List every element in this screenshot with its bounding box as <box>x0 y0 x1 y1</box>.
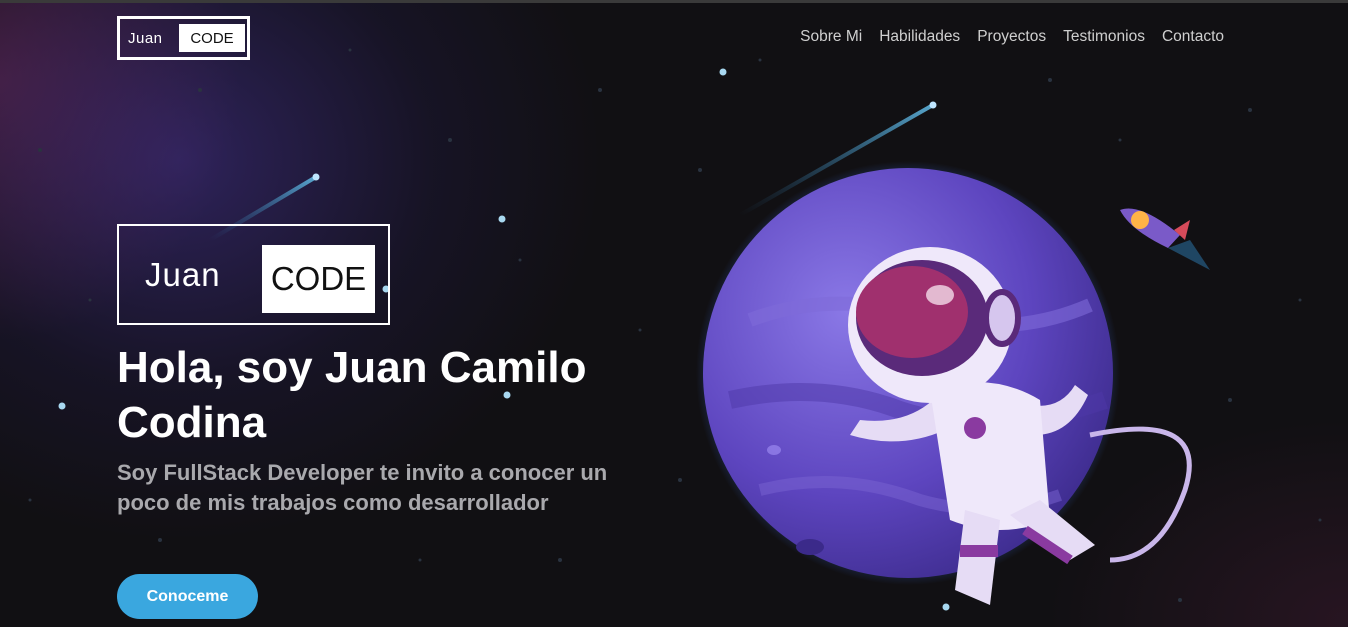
hero-subtitle: Soy FullStack Developer te invito a cono… <box>117 460 608 515</box>
hero-logo: Juan CODE <box>117 224 390 325</box>
hero-title: Hola, soy Juan Camilo Codina <box>117 343 587 447</box>
conoceme-button[interactable]: Conoceme <box>117 574 258 619</box>
nav-link-contacto[interactable]: Contacto <box>1162 28 1224 46</box>
logo-first-word: Juan <box>128 29 163 47</box>
hero-logo-first-word: Juan <box>145 256 221 293</box>
nav-link-habilidades[interactable]: Habilidades <box>879 28 960 46</box>
header-logo[interactable]: Juan CODE <box>117 16 250 60</box>
nav-link-sobre-mi[interactable]: Sobre Mi <box>800 28 862 46</box>
nav-link-proyectos[interactable]: Proyectos <box>977 28 1046 46</box>
logo-second-word: CODE <box>179 24 245 52</box>
main-nav: Sobre Mi Habilidades Proyectos Testimoni… <box>800 28 1224 46</box>
rocket-icon <box>1120 208 1210 270</box>
astronaut-illustration <box>696 161 1210 605</box>
nav-link-testimonios[interactable]: Testimonios <box>1063 28 1145 46</box>
site-header: Juan CODE Sobre Mi Habilidades Proyectos… <box>117 16 1224 60</box>
hero-logo-second-word: CODE <box>262 245 375 313</box>
